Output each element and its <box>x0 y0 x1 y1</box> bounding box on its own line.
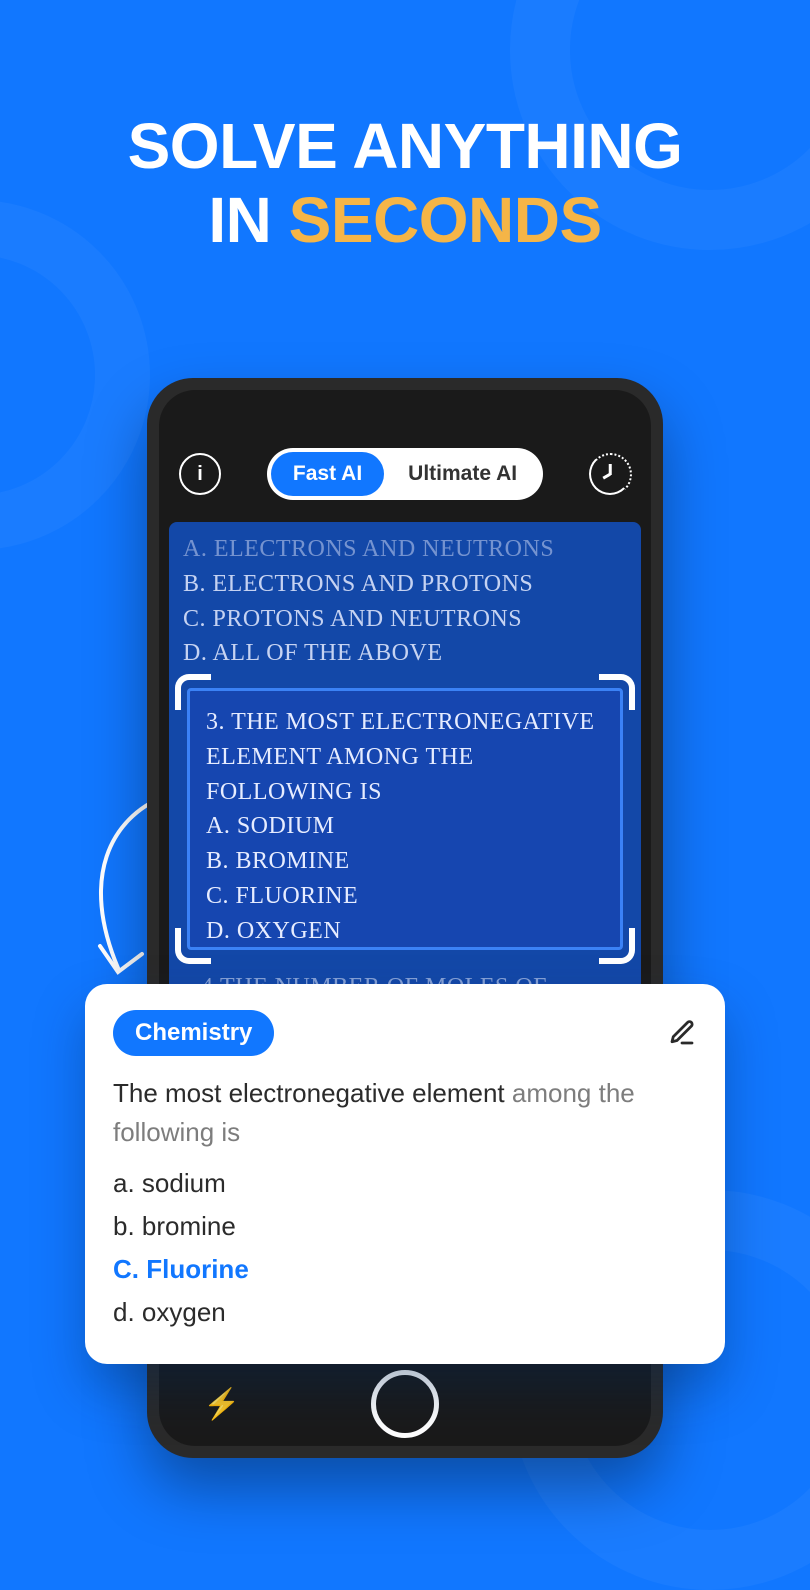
mode-fast[interactable]: Fast AI <box>271 452 384 496</box>
option-d: d. oxygen <box>113 1291 697 1334</box>
camera-controls: ⚡ <box>159 1362 651 1446</box>
edit-icon[interactable] <box>667 1018 697 1048</box>
clock-icon <box>609 464 612 475</box>
headline-line1: SOLVE ANYTHING <box>0 110 810 184</box>
info-icon: i <box>197 463 203 486</box>
history-button[interactable] <box>589 453 631 495</box>
subject-badge: Chemistry <box>113 1010 274 1056</box>
headline-line2: IN SECONDS <box>0 184 810 258</box>
scan-selection-box[interactable]: 3. THE MOST ELECTRONEGATIVE ELEMENT AMON… <box>187 688 623 950</box>
clock-icon <box>602 473 610 479</box>
option-a: a. sodium <box>113 1162 697 1205</box>
mode-ultimate[interactable]: Ultimate AI <box>386 452 539 496</box>
info-button[interactable]: i <box>179 453 221 495</box>
answer-question-text: The most electronegative element among t… <box>113 1074 697 1152</box>
answer-options: a. sodium b. bromine C. Fluorine d. oxyg… <box>113 1162 697 1334</box>
scanned-question: 3. THE MOST ELECTRONEGATIVE ELEMENT AMON… <box>206 705 604 949</box>
top-bar: i Fast AI Ultimate AI <box>159 390 651 516</box>
shutter-button[interactable] <box>371 1370 439 1438</box>
prev-question-options: A. ELECTRONS AND NEUTRONS B. ELECTRONS A… <box>183 532 627 671</box>
hero-headline: SOLVE ANYTHING IN SECONDS <box>0 110 810 257</box>
answer-card: Chemistry The most electronegative eleme… <box>85 984 725 1364</box>
flash-icon[interactable]: ⚡ <box>203 1387 240 1422</box>
option-c-correct: C. Fluorine <box>113 1248 697 1291</box>
option-b: b. bromine <box>113 1205 697 1248</box>
mode-toggle[interactable]: Fast AI Ultimate AI <box>267 448 543 500</box>
